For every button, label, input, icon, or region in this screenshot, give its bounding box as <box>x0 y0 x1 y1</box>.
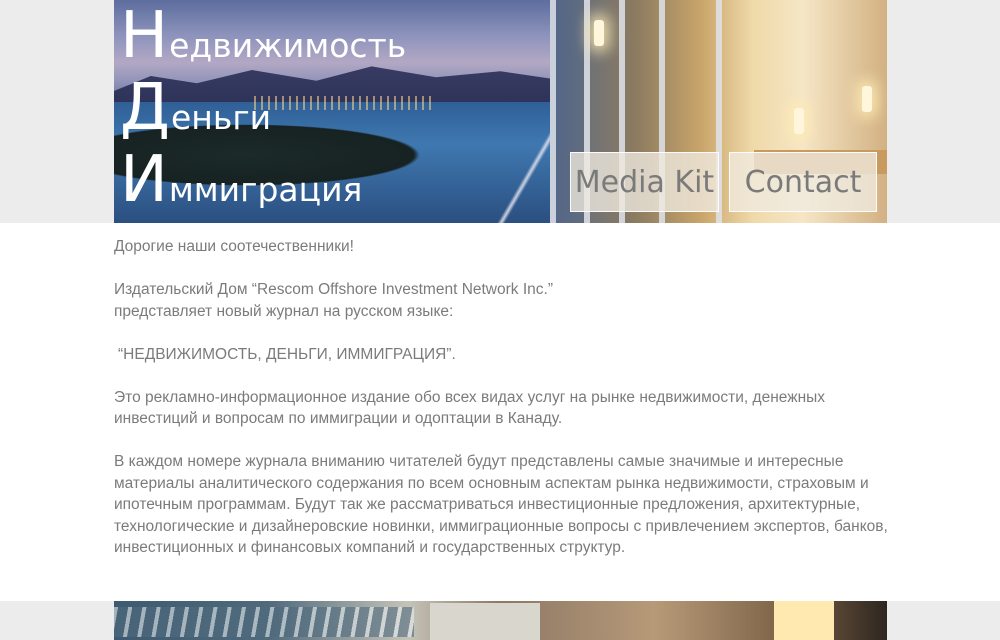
lit-doorway-image <box>774 601 834 640</box>
features-paragraph: В каждом номере журнала вниманию читател… <box>114 453 888 556</box>
title-initial: И <box>120 143 168 217</box>
title-line-real-estate: Недвижимость <box>120 4 406 68</box>
title-line-immigration: Иммиграция <box>120 148 362 212</box>
greeting-text: Дорогие наши соотечественники! <box>114 238 354 255</box>
title-word: едвижимость <box>169 26 407 65</box>
footer-photo <box>114 601 887 640</box>
wall-light-icon <box>862 86 872 112</box>
title-initial: Н <box>120 0 169 73</box>
window-frame <box>550 0 556 223</box>
intro-line-2: представляет новый журнал на русском язы… <box>114 302 454 320</box>
title-word: ммиграция <box>168 170 363 209</box>
magazine-name: “НЕДВИЖИМОСТЬ, ДЕНЬГИ, ИММИГРАЦИЯ”. <box>118 345 456 363</box>
description-paragraph: Это рекламно-информационное издание обо … <box>114 388 826 428</box>
intro-line-1: Издательский Дом “Rescom Offshore Invest… <box>114 281 553 298</box>
city-lights-image <box>254 96 434 110</box>
media-kit-button[interactable]: Media Kit <box>570 152 719 212</box>
wall-light-icon <box>794 108 804 134</box>
contact-button[interactable]: Contact <box>729 152 877 212</box>
title-word: еньги <box>171 98 272 137</box>
intro-text: Издательский Дом “Rescom Offshore Invest… <box>114 279 894 322</box>
title-line-money: Деньги <box>120 76 271 140</box>
marina-boats-image <box>114 607 414 637</box>
wall-light-icon <box>594 20 604 46</box>
main-content: Дорогие наши соотечественники! Издательс… <box>114 236 894 580</box>
planter-image <box>430 603 540 640</box>
title-initial: Д <box>120 71 170 145</box>
